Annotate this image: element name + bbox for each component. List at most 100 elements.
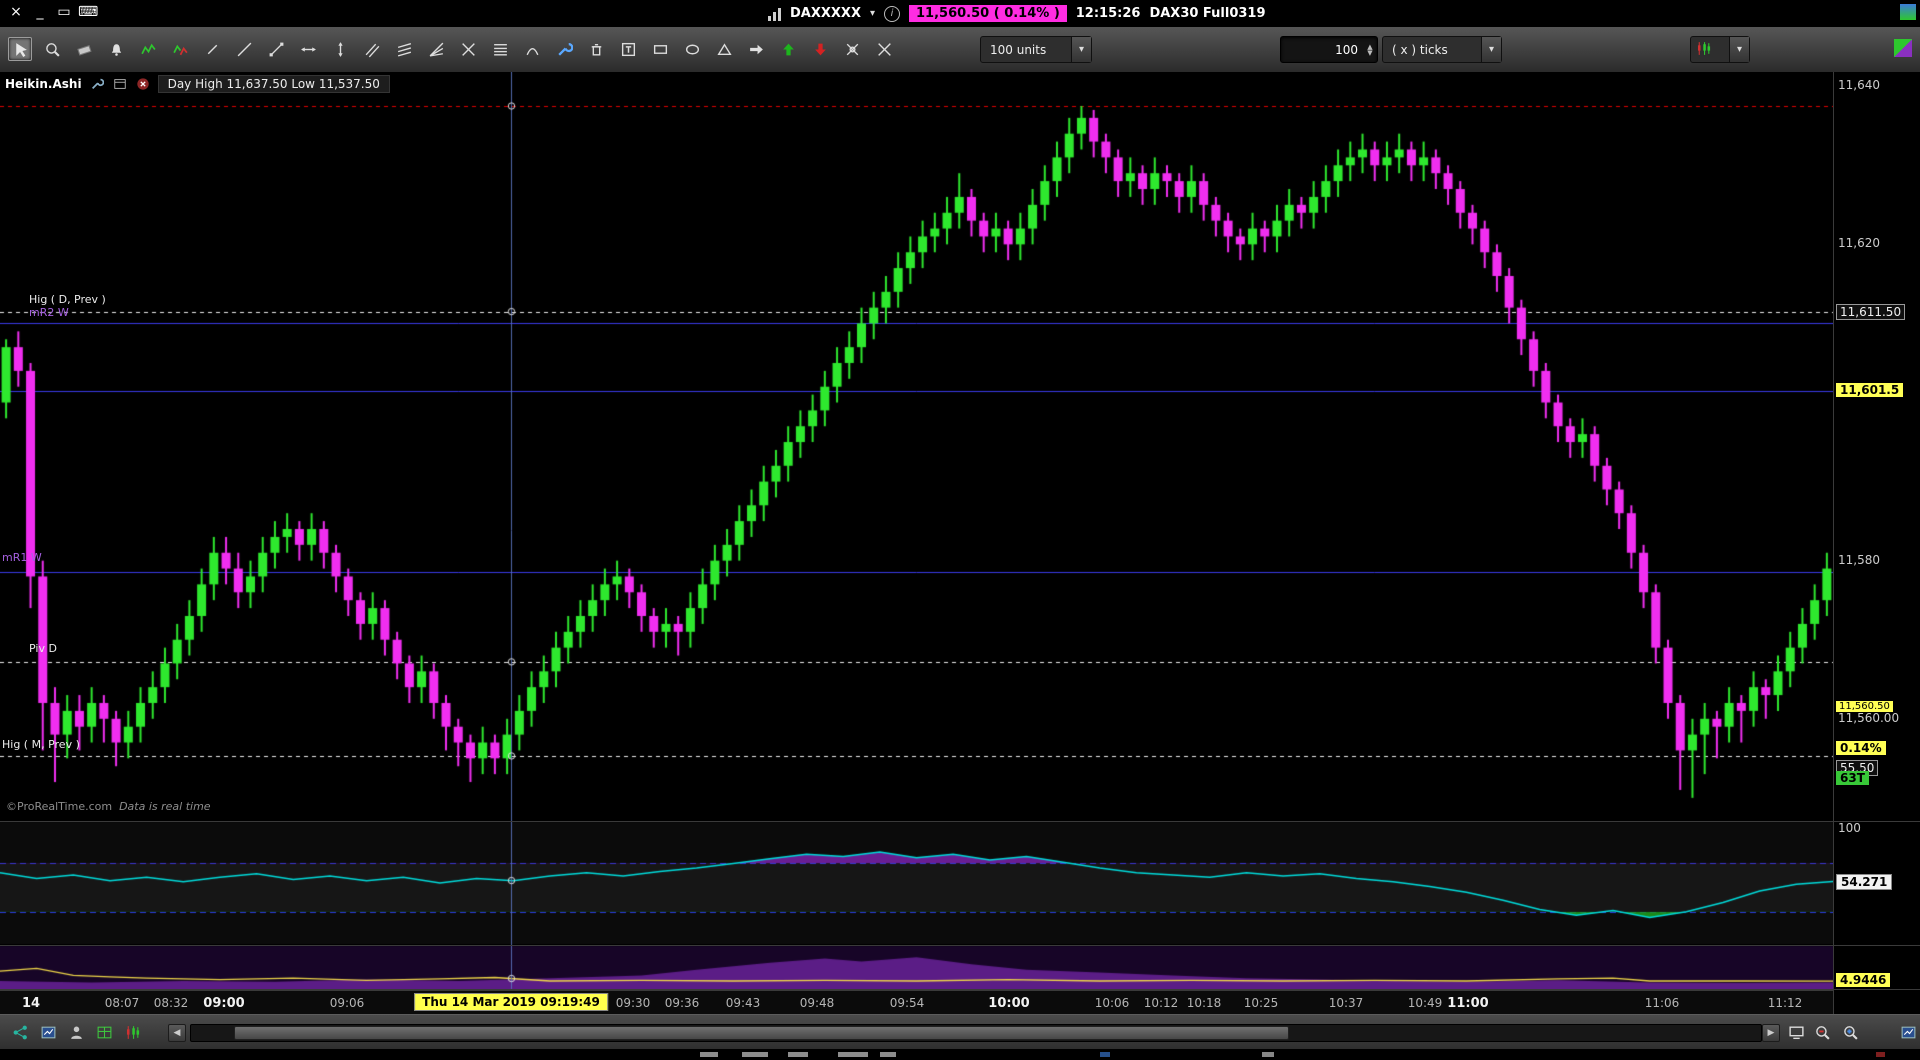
alerts-tool[interactable] — [104, 37, 128, 61]
tick-unit-dropdown[interactable]: ( x ) ticks ▾ — [1382, 36, 1502, 63]
parallel-lines-tool[interactable] — [392, 37, 416, 61]
scroll-left-arrow[interactable]: ◀ — [168, 1024, 186, 1042]
crossed-lines-tool[interactable] — [456, 37, 480, 61]
tick-unit-label: ( x ) ticks — [1392, 42, 1448, 57]
pane-separator[interactable] — [0, 945, 1920, 946]
units-dropdown[interactable]: 100 units ▾ — [980, 36, 1092, 63]
channel-tool[interactable] — [360, 37, 384, 61]
eraser-tool[interactable] — [72, 37, 96, 61]
horizontal-line-tool[interactable] — [296, 37, 320, 61]
chart-canvas[interactable] — [0, 72, 1833, 1014]
bottom-toolbar: ◀ ▶ — [0, 1014, 1920, 1060]
time-label: 10:18 — [1186, 996, 1222, 1010]
axis-label: 54.271 — [1836, 874, 1893, 890]
axis-label: 11,560.50 — [1836, 701, 1893, 712]
buy-arrow-tool[interactable] — [776, 37, 800, 61]
drawing-toolbar: 100 units ▾ 100 ▲ ▼ ( x ) ticks ▾ ▾ — [0, 27, 1920, 73]
sell-arrow-tool[interactable] — [808, 37, 832, 61]
contacts-icon[interactable] — [66, 1022, 86, 1042]
axis-label: 63T — [1836, 771, 1869, 785]
zigzag2-indicator-tool[interactable] — [168, 37, 192, 61]
segment-tool[interactable] — [264, 37, 288, 61]
time-label: 10:37 — [1328, 996, 1364, 1010]
measure-tool[interactable] — [840, 37, 864, 61]
arc-tool[interactable] — [520, 37, 544, 61]
time-label: 08:07 — [104, 996, 140, 1010]
time-label: 09:43 — [725, 996, 761, 1010]
price-change-badge: 11,560.50 ( 0.14% ) — [909, 5, 1067, 22]
tick-count-value[interactable]: 100 — [1281, 43, 1363, 57]
info-icon[interactable]: i — [884, 5, 900, 22]
table-icon[interactable] — [94, 1022, 114, 1042]
axis-label: 0.14% — [1836, 741, 1886, 755]
clock: 12:15:26 — [1075, 6, 1141, 21]
titlebar: × _ ▭ ⌨ DAXXXXX ▾ i 11,560.50 ( 0.14% ) … — [0, 0, 1920, 27]
toolbar-right-icon[interactable] — [1894, 39, 1912, 57]
panel-icon[interactable] — [1898, 1022, 1918, 1042]
tick-unit-caret[interactable]: ▾ — [1481, 37, 1501, 62]
short-line-tool[interactable] — [200, 37, 224, 61]
axis-label: 11,560.00 — [1838, 711, 1900, 725]
rectangle-tool[interactable] — [648, 37, 672, 61]
maximize-button[interactable]: ▭ — [54, 4, 74, 20]
chart-type-dropdown[interactable]: ▾ — [1690, 36, 1750, 63]
fan-lines-tool[interactable] — [424, 37, 448, 61]
time-label: 10:06 — [1094, 996, 1130, 1010]
axis-label: 100 — [1838, 821, 1861, 835]
share-icon[interactable] — [10, 1022, 30, 1042]
pane-separator[interactable] — [0, 821, 1920, 822]
time-label: 14 — [21, 996, 41, 1011]
time-axis[interactable]: Thu 14 Mar 2019 09:19:49 14 08:07 08:32 09:… — [0, 990, 1833, 1015]
chart-type-caret[interactable]: ▾ — [1729, 37, 1749, 62]
minimize-button[interactable]: _ — [30, 4, 50, 20]
stepper-down-icon[interactable]: ▼ — [1367, 49, 1372, 56]
zigzag-indicator-tool[interactable] — [136, 37, 160, 61]
screen-icon[interactable] — [1786, 1022, 1806, 1042]
time-label: 11:06 — [1644, 996, 1680, 1010]
tick-count-stepper[interactable]: ▲ ▼ — [1363, 43, 1377, 56]
axis-label: 11,640 — [1838, 78, 1880, 92]
zoom-out-icon[interactable] — [1812, 1022, 1832, 1042]
scrollbar-thumb[interactable] — [234, 1026, 1289, 1040]
axis-label: 11,611.50 — [1836, 304, 1906, 320]
zoom-tool[interactable] — [40, 37, 64, 61]
zoom-in-icon[interactable] — [1840, 1022, 1860, 1042]
scroll-right-arrow[interactable]: ▶ — [1762, 1024, 1780, 1042]
time-label: 08:32 — [153, 996, 189, 1010]
instrument-dropdown-caret[interactable]: ▾ — [870, 8, 875, 19]
keyboard-button[interactable]: ⌨ — [78, 4, 98, 20]
signal-icon — [768, 7, 781, 21]
chart-window-icon[interactable] — [38, 1022, 58, 1042]
taskbar-fragment — [1876, 1052, 1885, 1057]
triangle-tool[interactable] — [712, 37, 736, 61]
candlestick-type-icon — [1691, 40, 1729, 60]
price-axis[interactable]: 11,640 11,620 11,611.50 11,601.5 11,580 11,56… — [1833, 72, 1920, 1014]
delete-tool[interactable] — [584, 37, 608, 61]
units-dropdown-caret[interactable]: ▾ — [1071, 37, 1091, 62]
close-button[interactable]: × — [6, 4, 26, 20]
titlebar-right-icon[interactable] — [1900, 4, 1916, 20]
taskbar-fragment — [838, 1052, 868, 1057]
chart-scrollbar[interactable] — [190, 1024, 1762, 1042]
taskbar-fragment — [1262, 1052, 1274, 1057]
taskbar-fragment — [880, 1052, 896, 1057]
tick-count-input[interactable]: 100 ▲ ▼ — [1280, 36, 1378, 63]
fibonacci-tool[interactable] — [488, 37, 512, 61]
text-tool[interactable] — [616, 37, 640, 61]
arrow-tool[interactable] — [744, 37, 768, 61]
instrument-name[interactable]: DAXXXXX — [790, 6, 861, 21]
time-label: 09:54 — [889, 996, 925, 1010]
time-label: 11:12 — [1767, 996, 1803, 1010]
time-label: 09:48 — [799, 996, 835, 1010]
crosshair-date-label: Thu 14 Mar 2019 09:19:49 — [414, 993, 608, 1011]
cursor-tool[interactable] — [8, 37, 32, 61]
ellipse-tool[interactable] — [680, 37, 704, 61]
pointer-sync-tool[interactable] — [872, 37, 896, 61]
vertical-line-tool[interactable] — [328, 37, 352, 61]
trendline-tool[interactable] — [232, 37, 256, 61]
taskbar-fragment — [788, 1052, 808, 1057]
time-label: 09:36 — [664, 996, 700, 1010]
drawing-settings-tool[interactable] — [552, 37, 576, 61]
time-label: 11:00 — [1447, 996, 1489, 1011]
mini-candles-icon[interactable] — [122, 1022, 142, 1042]
